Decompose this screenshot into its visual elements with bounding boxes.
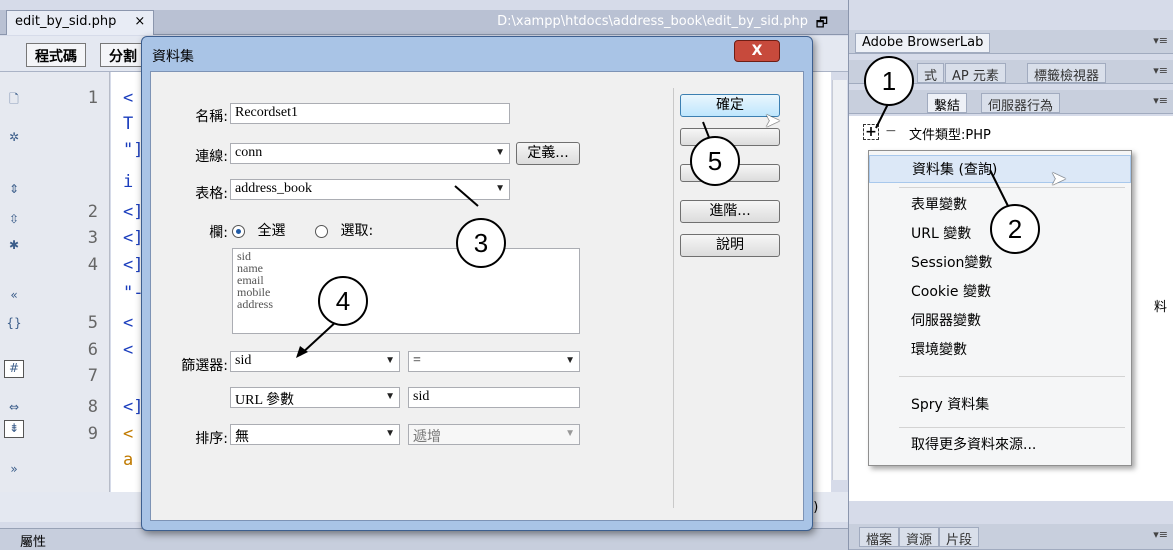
mouse-pointer-icon: ➤	[1050, 166, 1067, 190]
callout-5: 5	[690, 136, 740, 186]
callout-4: 4	[318, 276, 368, 326]
callout-1: 1	[864, 56, 914, 106]
arrowhead-icon	[296, 346, 308, 358]
callout-pointer-lines	[296, 101, 1011, 358]
callout-pointer-line	[299, 319, 339, 356]
callout-2: 2	[990, 204, 1040, 254]
mouse-pointer-icon: ➤	[764, 108, 781, 132]
callout-pointer-line	[454, 185, 479, 207]
callout-3: 3	[456, 218, 506, 268]
